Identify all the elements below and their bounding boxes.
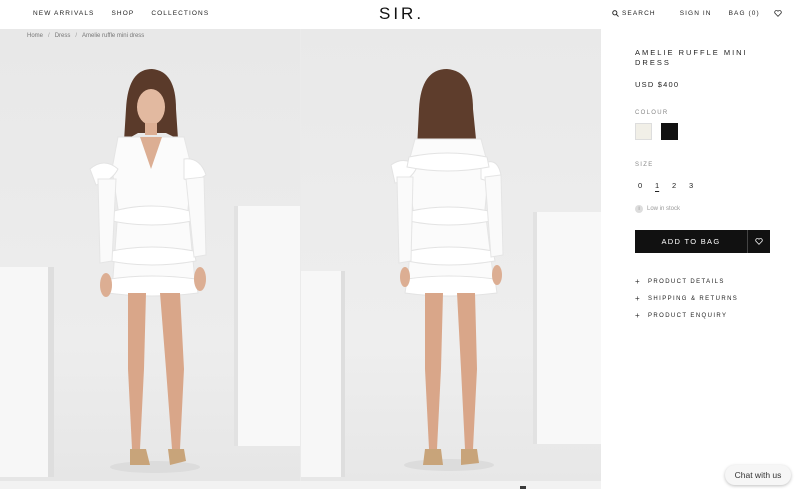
accordion-product-enquiry[interactable]: + PRODUCT ENQUIRY (635, 307, 738, 324)
sign-in-link[interactable]: SIGN IN (680, 10, 712, 17)
accordion-label: PRODUCT DETAILS (648, 278, 725, 285)
nav-shop[interactable]: SHOP (111, 10, 134, 17)
bag-link[interactable]: BAG (0) (729, 10, 760, 17)
site-header: NEW ARRIVALS SHOP COLLECTIONS SIR. SEARC… (0, 0, 800, 29)
size-option-1[interactable]: 1 (655, 181, 672, 190)
breadcrumb-current: Amelie ruffle mini dress (82, 33, 145, 39)
product-gallery: Home / Dress / Amelie ruffle mini dress (0, 29, 601, 489)
stock-status: i Low in stock (635, 205, 680, 213)
nav-collections[interactable]: COLLECTIONS (151, 10, 209, 17)
product-image-front[interactable] (0, 29, 300, 481)
model-back-illustration (301, 69, 601, 477)
accordion-label: PRODUCT ENQUIRY (648, 312, 728, 319)
model-front-illustration (0, 69, 300, 477)
utility-nav: SEARCH SIGN IN BAG (0) (612, 10, 782, 17)
size-selector: 0 1 2 3 (638, 181, 706, 190)
accordion-label: SHIPPING & RETURNS (648, 295, 739, 302)
colour-label: COLOUR (635, 110, 669, 116)
nav-new-arrivals[interactable]: NEW ARRIVALS (33, 10, 94, 17)
product-title: AMELIE RUFFLE MINI DRESS (635, 48, 748, 67)
plus-icon: + (635, 277, 640, 286)
colour-swatch-black[interactable] (661, 123, 678, 140)
breadcrumb-separator: / (48, 33, 50, 39)
size-option-2[interactable]: 2 (672, 181, 689, 190)
product-info-panel: AMELIE RUFFLE MINI DRESS USD $400 COLOUR… (601, 29, 800, 489)
breadcrumb-dress[interactable]: Dress (55, 33, 71, 39)
stock-text: Low in stock (647, 206, 681, 212)
chat-button[interactable]: Chat with us (725, 465, 791, 485)
info-icon: i (635, 205, 643, 213)
product-image-back[interactable] (301, 29, 601, 481)
main-nav: NEW ARRIVALS SHOP COLLECTIONS (33, 10, 209, 17)
size-option-0[interactable]: 0 (638, 181, 655, 190)
size-label: SIZE (635, 162, 654, 168)
plus-icon: + (635, 311, 640, 320)
search-icon (612, 10, 619, 17)
next-image-preview (0, 481, 601, 489)
heart-icon (755, 238, 763, 245)
plus-icon: + (635, 294, 640, 303)
brand-logo[interactable]: SIR. (379, 4, 424, 24)
wishlist-heart-icon[interactable] (774, 10, 782, 17)
colour-swatch-white[interactable] (635, 123, 652, 140)
search-label: SEARCH (622, 10, 656, 17)
accordion-shipping-returns[interactable]: + SHIPPING & RETURNS (635, 290, 738, 307)
search-button[interactable]: SEARCH (612, 10, 656, 17)
breadcrumb-home[interactable]: Home (27, 33, 43, 39)
add-to-bag-button[interactable]: ADD TO BAG (635, 230, 747, 253)
add-to-wishlist-button[interactable] (747, 230, 770, 253)
product-price: USD $400 (635, 80, 680, 89)
breadcrumb-separator: / (75, 33, 78, 39)
product-accordions: + PRODUCT DETAILS + SHIPPING & RETURNS +… (635, 273, 738, 324)
accordion-product-details[interactable]: + PRODUCT DETAILS (635, 273, 738, 290)
size-option-3[interactable]: 3 (689, 181, 706, 190)
breadcrumb: Home / Dress / Amelie ruffle mini dress (27, 33, 144, 39)
